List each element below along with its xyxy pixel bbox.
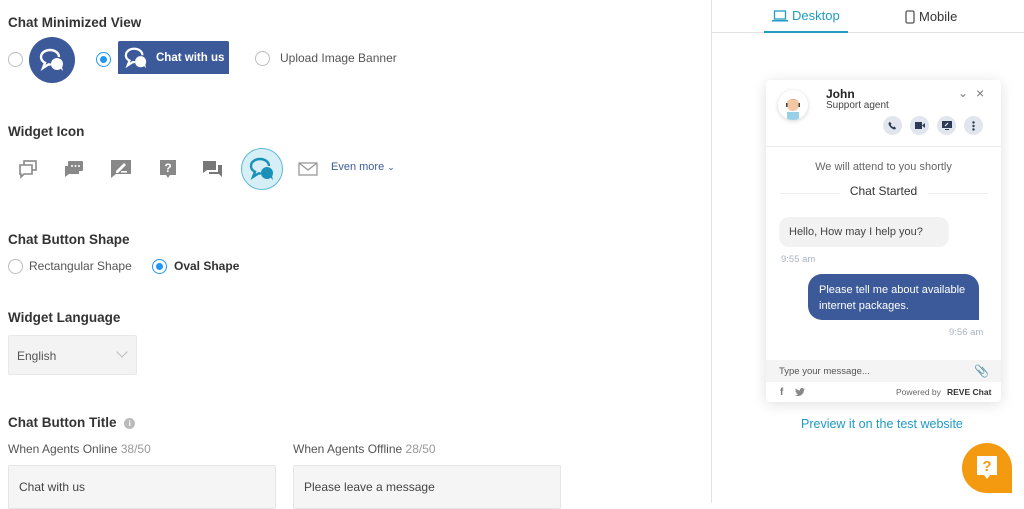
brand-label[interactable]: REVE Chat [947,387,991,397]
widget-footer: f Powered by REVE Chat [766,382,1001,402]
tab-desktop-label: Desktop [792,8,840,23]
chat-launcher-button[interactable]: ? [962,443,1012,493]
mobile-icon [905,9,915,24]
language-value: English [17,349,57,363]
tab-mobile-label: Mobile [919,9,958,24]
chat-question-icon[interactable]: ? [154,155,182,183]
offline-label: When Agents Offline 28/50 [293,442,436,456]
widget-icon-title: Widget Icon [8,124,85,139]
offline-char-count: 28/50 [405,442,436,456]
chat-dots-icon[interactable] [60,155,88,183]
powered-by-label: Powered by [896,387,941,397]
agent-name: John [826,87,855,101]
envelope-icon[interactable] [294,155,322,183]
minimized-round-preview[interactable] [29,37,75,83]
laptop-icon [772,9,788,21]
rect-button-label: Chat with us [156,51,225,64]
rectangular-shape-label[interactable]: Rectangular Shape [29,259,132,273]
screen-share-icon[interactable] [937,116,956,135]
oval-shape-radio[interactable] [152,259,167,274]
minimized-round-radio[interactable] [8,52,23,67]
visitor-message: Please tell me about available internet … [808,274,979,320]
chat-widget-preview: John Support agent ⌄ × We will attend to… [766,80,1001,402]
twitter-icon[interactable] [795,388,805,396]
minimize-chevron-icon[interactable]: ⌄ [958,86,968,100]
settings-panel: Chat Minimized View Chat with us Upload … [0,0,711,509]
minimized-rect-preview[interactable]: Chat with us [118,41,229,74]
more-options-icon[interactable] [964,116,983,135]
button-shape-title: Chat Button Shape [8,232,130,247]
oval-shape-label[interactable]: Oval Shape [174,259,239,273]
language-select[interactable]: English [8,335,137,375]
chat-started-label: Chat Started [849,184,918,198]
divider-right [928,193,988,194]
widget-header: John Support agent ⌄ × [766,80,1001,147]
minimized-banner-radio[interactable] [255,51,270,66]
agent-avatar [778,90,808,120]
agent-role: Support agent [826,100,889,111]
attachment-icon[interactable]: 📎 [974,364,989,378]
message-composer[interactable]: Type your message... 📎 [766,360,1001,382]
chat-double-icon[interactable] [199,155,227,183]
composer-placeholder: Type your message... [779,366,870,377]
rectangular-shape-radio[interactable] [8,259,23,274]
button-title-title: Chat Button Title i [8,415,136,430]
online-label-text: When Agents Online [8,442,118,456]
close-icon[interactable]: × [976,85,984,101]
chat-bubbles-outline-icon[interactable] [14,155,42,183]
upload-banner-label[interactable]: Upload Image Banner [280,51,397,65]
tab-mobile[interactable]: Mobile [905,0,957,33]
chevron-down-icon: ⌄ [387,162,395,172]
minimized-rect-radio[interactable] [96,52,111,67]
even-more-link[interactable]: Even more ⌄ [331,161,395,173]
chat-question-icon: ? [977,456,997,479]
widget-language-title: Widget Language [8,310,121,325]
visitor-message-time: 9:56 am [949,327,984,338]
chat-bubbles-selected-icon[interactable] [241,148,283,190]
info-icon[interactable]: i [124,418,136,429]
online-label: When Agents Online 38/50 [8,442,151,456]
tab-desktop[interactable]: Desktop [764,0,848,33]
facebook-icon[interactable]: f [780,387,783,398]
offline-title-input[interactable] [293,465,561,509]
chat-pencil-icon[interactable] [107,155,135,183]
chat-bubbles-icon [39,48,63,72]
agent-message-time: 9:55 am [781,254,816,265]
video-call-icon[interactable] [910,116,929,135]
preview-tabs: Desktop Mobile [712,0,1024,33]
offline-label-text: When Agents Offline [293,442,403,456]
chevron-down-icon [116,346,128,358]
online-title-input[interactable] [8,465,276,509]
svg-text:?: ? [982,458,991,475]
system-message: We will attend to you shortly [815,161,952,173]
minimized-view-title: Chat Minimized View [8,15,142,30]
preview-panel: Desktop Mobile John Support agent ⌄ × We… [711,0,1024,503]
phone-call-icon[interactable] [883,116,902,135]
agent-message: Hello, How may I help you? [779,217,949,247]
svg-text:?: ? [164,161,171,175]
online-char-count: 38/50 [120,442,151,456]
even-more-label: Even more [331,161,385,173]
button-title-text: Chat Button Title [8,415,117,430]
preview-test-website-link[interactable]: Preview it on the test website [801,417,963,431]
chat-bubbles-icon [124,47,147,68]
